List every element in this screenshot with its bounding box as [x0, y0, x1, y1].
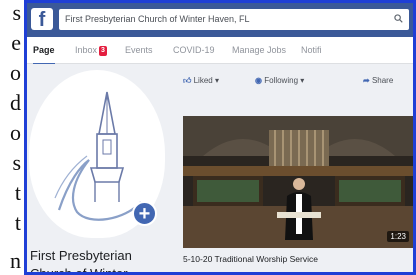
article-text-strip: s e o d o s t t n: [0, 0, 24, 275]
main-column: 👍︎ Liked ▾ ◉ Following ▾ ➦ Share 1:23 5-…: [177, 64, 413, 272]
sanctuary-scene-image: [183, 116, 413, 248]
share-label: Share: [371, 76, 394, 85]
thumbs-up-icon: 👍︎: [183, 76, 192, 85]
search-input[interactable]: First Presbyterian Church of Winter Have…: [59, 9, 409, 30]
article-text-line: t: [14, 180, 21, 205]
page-name-line1[interactable]: First Presbyterian: [30, 248, 132, 263]
share-icon: ➦: [363, 76, 370, 85]
tab-label: COVID-19: [173, 45, 215, 55]
profile-column: + First Presbyterian Church of Winter: [27, 64, 177, 272]
inbox-count-badge: 3: [99, 46, 107, 56]
tab-notifications[interactable]: Notifi: [301, 37, 322, 64]
plus-icon: +: [138, 203, 151, 225]
video-duration: 1:23: [387, 231, 409, 242]
tab-covid-19[interactable]: COVID-19: [173, 37, 215, 64]
tab-label: Events: [125, 45, 153, 55]
tab-manage-jobs[interactable]: Manage Jobs: [232, 37, 286, 64]
article-text-line: o: [10, 120, 21, 145]
video-thumbnail[interactable]: 1:23: [183, 116, 413, 248]
article-text-line: t: [14, 210, 21, 235]
article-text-line: o: [10, 60, 21, 85]
tab-label: Manage Jobs: [232, 45, 287, 55]
article-text-line: n: [10, 248, 21, 273]
tab-inbox[interactable]: Inbox 3: [75, 37, 107, 64]
add-button[interactable]: +: [132, 201, 157, 226]
article-text-line: d: [10, 90, 21, 115]
article-text-line: e: [11, 30, 21, 55]
rss-icon: ◉: [255, 76, 262, 85]
tab-page[interactable]: Page: [33, 37, 55, 65]
tab-events[interactable]: Events: [125, 37, 153, 64]
tab-label: Page: [33, 45, 55, 55]
tab-label: Notifi: [301, 45, 322, 55]
search-icon[interactable]: [394, 14, 403, 23]
following-label: Following ▾: [264, 76, 305, 85]
page-tab-nav: Page Inbox 3 Events COVID-19 Manage Jobs …: [27, 37, 413, 65]
liked-button[interactable]: 👍︎ Liked ▾: [183, 70, 219, 92]
facebook-logo-icon[interactable]: f: [31, 8, 53, 31]
search-input-value: First Presbyterian Church of Winter Have…: [65, 14, 250, 24]
facebook-top-bar: f First Presbyterian Church of Winter Ha…: [27, 3, 413, 37]
page-name-line2[interactable]: Church of Winter: [30, 266, 128, 272]
share-button[interactable]: ➦ Share: [363, 70, 393, 92]
liked-label: Liked ▾: [193, 76, 219, 85]
screenshot-frame: f First Presbyterian Church of Winter Ha…: [24, 0, 416, 275]
article-text-line: s: [12, 0, 21, 25]
video-title-link[interactable]: 5-10-20 Traditional Worship Service: [183, 254, 318, 264]
page-action-bar: 👍︎ Liked ▾ ◉ Following ▾ ➦ Share: [183, 70, 413, 92]
tab-label: Inbox: [75, 45, 98, 55]
following-button[interactable]: ◉ Following ▾: [255, 70, 304, 92]
article-text-line: s: [12, 150, 21, 175]
